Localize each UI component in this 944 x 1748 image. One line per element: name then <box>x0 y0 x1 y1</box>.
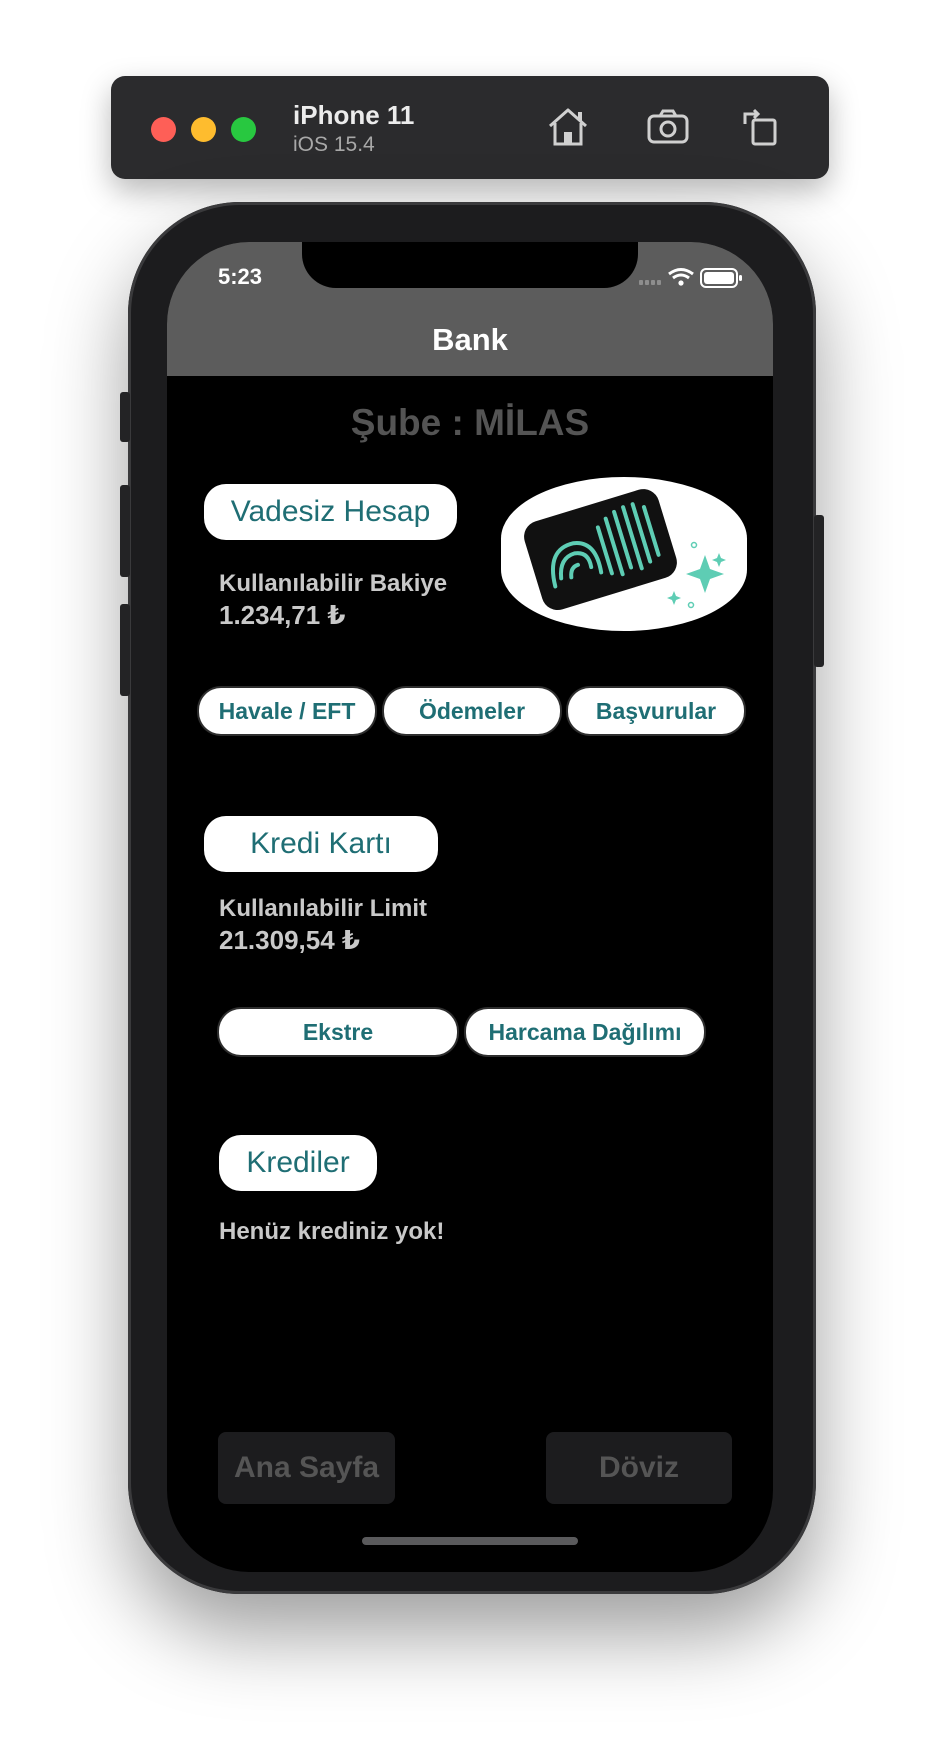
available-balance-label: Kullanılabilir Bakiye <box>219 570 448 597</box>
available-limit-value: 21.309,54 ₺ <box>219 925 360 955</box>
payments-button[interactable]: Ödemeler <box>384 688 560 734</box>
rotate-icon[interactable] <box>735 102 785 152</box>
screenshot-icon[interactable] <box>643 102 693 152</box>
volume-down-button <box>120 604 130 696</box>
navigation-bar: 5:23 Bank <box>167 242 773 376</box>
no-loans-message: Henüz krediniz yok! <box>219 1218 445 1245</box>
power-button <box>814 515 824 667</box>
volume-up-button <box>120 485 130 577</box>
statement-button[interactable]: Ekstre <box>219 1009 457 1055</box>
signal-icon <box>639 280 661 285</box>
page-title: Bank <box>432 322 508 357</box>
branch-label: Şube : MİLAS <box>350 402 590 443</box>
app-screen: 5:23 Bank Şube : MİLAS Vadesiz Hesap Kul <box>167 242 773 1572</box>
home-icon[interactable] <box>543 102 593 152</box>
checking-account-button[interactable]: Vadesiz Hesap <box>204 484 457 540</box>
ring-switch <box>120 392 130 442</box>
battery-icon <box>700 268 742 288</box>
minimize-window-button[interactable] <box>191 117 216 142</box>
applications-button[interactable]: Başvurular <box>568 688 744 734</box>
simulator-titlebar: iPhone 11 iOS 15.4 <box>111 76 829 179</box>
simulator-os-version: iOS 15.4 <box>293 133 375 156</box>
status-icons <box>639 268 742 288</box>
close-window-button[interactable] <box>151 117 176 142</box>
loans-button[interactable]: Krediler <box>219 1135 377 1191</box>
home-indicator[interactable] <box>362 1537 578 1545</box>
wifi-icon <box>668 268 694 286</box>
card-illustration <box>501 477 747 631</box>
tab-home[interactable]: Ana Sayfa <box>218 1432 395 1504</box>
available-limit-label: Kullanılabilir Limit <box>219 895 428 922</box>
transfer-eft-button[interactable]: Havale / EFT <box>199 688 375 734</box>
credit-card-button[interactable]: Kredi Kartı <box>204 816 438 872</box>
status-time: 5:23 <box>218 264 263 289</box>
simulator-device-name: iPhone 11 <box>293 100 415 130</box>
fingerprint-card-icon <box>524 489 726 611</box>
available-balance-value: 1.234,71 ₺ <box>219 600 346 630</box>
zoom-window-button[interactable] <box>231 117 256 142</box>
notch <box>302 242 638 288</box>
spending-breakdown-button[interactable]: Harcama Dağılımı <box>466 1009 704 1055</box>
tab-currency[interactable]: Döviz <box>546 1432 732 1504</box>
